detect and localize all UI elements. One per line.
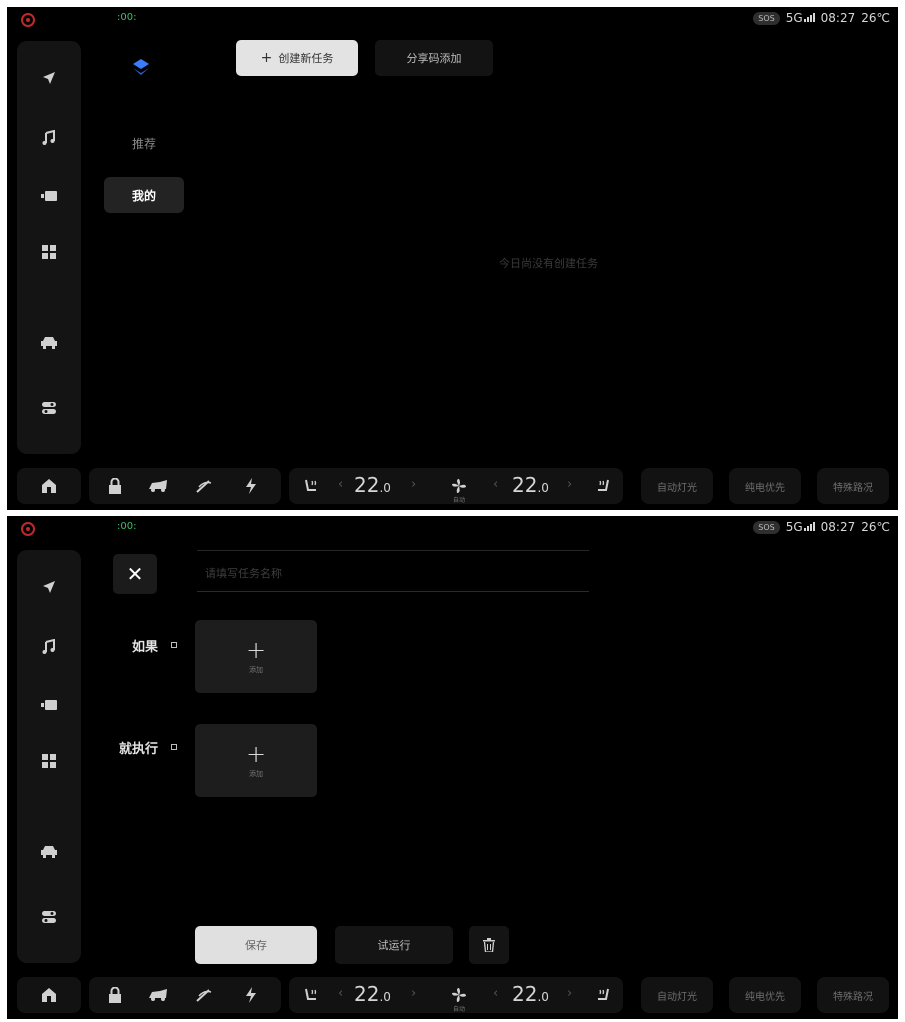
- status-temperature: 26℃: [861, 520, 890, 534]
- status-temperature: 26℃: [861, 11, 890, 25]
- charge-icon[interactable]: [239, 474, 263, 498]
- car-icon[interactable]: [17, 836, 81, 866]
- toggle-icon[interactable]: [17, 902, 81, 932]
- empty-state-message: 今日尚没有创建任务: [499, 257, 598, 270]
- passenger-temperature: 22.0: [512, 982, 549, 1006]
- driver-seat-heat-icon[interactable]: [299, 474, 323, 498]
- left-rail: [17, 41, 81, 454]
- car-icon[interactable]: [17, 327, 81, 357]
- lock-icon[interactable]: [103, 474, 127, 498]
- driver-temp-up-icon[interactable]: ›: [411, 477, 416, 492]
- action-label: 就执行: [118, 742, 158, 757]
- scene-logo-icon: [133, 59, 149, 75]
- auto-light-button[interactable]: 自动灯光: [641, 977, 713, 1013]
- create-task-label: 创建新任务: [278, 52, 334, 65]
- plus-icon: +: [260, 50, 273, 66]
- navigation-icon[interactable]: [17, 572, 81, 602]
- network-label: 5G: [786, 11, 815, 25]
- passenger-temp-up-icon[interactable]: ›: [567, 986, 572, 1001]
- action-marker-icon: [171, 744, 177, 750]
- wiper-icon[interactable]: [192, 983, 216, 1007]
- add-condition-button[interactable]: + 添加: [195, 620, 317, 693]
- apps-icon[interactable]: [17, 237, 81, 267]
- trash-icon: [483, 938, 495, 952]
- screen-task-list: :00: SOS 5G 08:27 26℃ 推荐 我的 + 创建新任务 分享码添…: [7, 7, 898, 510]
- wiper-icon[interactable]: [192, 474, 216, 498]
- trunk-icon[interactable]: [146, 983, 170, 1007]
- network-label: 5G: [786, 520, 815, 534]
- trunk-icon[interactable]: [146, 474, 170, 498]
- brand-logo-icon: [21, 522, 35, 536]
- energy-priority-button[interactable]: 纯电优先: [729, 468, 801, 504]
- driver-temperature: 22.0: [354, 473, 391, 497]
- driver-temp-down-icon[interactable]: ‹: [338, 477, 343, 492]
- lock-icon[interactable]: [103, 983, 127, 1007]
- driver-temp-up-icon[interactable]: ›: [411, 986, 416, 1001]
- status-bar-right: SOS 5G 08:27 26℃: [753, 11, 890, 25]
- add-condition-caption: 添加: [249, 665, 263, 674]
- toggle-icon[interactable]: [17, 393, 81, 423]
- left-rail: [17, 550, 81, 963]
- add-action-button[interactable]: + 添加: [195, 724, 317, 797]
- bottom-dock: ‹ 22.0 › 自动 ‹ 22.0 › 自动灯光 纯电优先 特殊路况: [7, 464, 898, 510]
- bottom-dock: ‹ 22.0 › 自动 ‹ 22.0 › 自动灯光 纯电优先 特殊路况: [7, 973, 898, 1019]
- video-icon[interactable]: [17, 690, 81, 720]
- video-icon[interactable]: [17, 181, 81, 211]
- share-code-add-button[interactable]: 分享码添加: [375, 40, 493, 76]
- category-recommended[interactable]: 推荐: [104, 125, 184, 161]
- create-task-button[interactable]: + 创建新任务: [236, 40, 358, 76]
- status-indicator: :00:: [117, 521, 137, 532]
- sos-badge[interactable]: SOS: [753, 520, 780, 534]
- plus-icon: +: [245, 739, 267, 768]
- close-button[interactable]: ✕: [113, 554, 157, 594]
- signal-icon: [803, 12, 815, 22]
- status-time: 08:27: [820, 520, 856, 534]
- music-icon[interactable]: [17, 632, 81, 662]
- auto-light-button[interactable]: 自动灯光: [641, 468, 713, 504]
- home-icon[interactable]: [37, 474, 61, 498]
- add-action-caption: 添加: [249, 769, 263, 778]
- condition-label: 如果: [131, 640, 158, 655]
- passenger-temp-down-icon[interactable]: ‹: [493, 477, 498, 492]
- brand-logo-icon: [21, 13, 35, 27]
- passenger-temp-up-icon[interactable]: ›: [567, 477, 572, 492]
- apps-icon[interactable]: [17, 746, 81, 776]
- passenger-seat-heat-icon[interactable]: [591, 983, 615, 1007]
- passenger-temp-down-icon[interactable]: ‹: [493, 986, 498, 1001]
- charge-icon[interactable]: [239, 983, 263, 1007]
- delete-button[interactable]: [469, 926, 509, 964]
- plus-icon: +: [245, 635, 267, 664]
- driver-temp-down-icon[interactable]: ‹: [338, 986, 343, 1001]
- signal-icon: [803, 521, 815, 531]
- road-condition-button[interactable]: 特殊路况: [817, 977, 889, 1013]
- trial-run-button[interactable]: 试运行: [335, 926, 453, 964]
- fan-mode-label: 自动: [453, 497, 466, 504]
- passenger-seat-heat-icon[interactable]: [591, 474, 615, 498]
- home-icon[interactable]: [37, 983, 61, 1007]
- status-time: 08:27: [820, 11, 856, 25]
- fan-mode-label: 自动: [453, 1006, 466, 1013]
- passenger-temperature: 22.0: [512, 473, 549, 497]
- screen-task-editor: :00: SOS 5G 08:27 26℃ ✕ 如果 + 添加: [7, 516, 898, 1019]
- divider: [197, 550, 589, 551]
- task-name-input[interactable]: [197, 556, 589, 592]
- status-indicator: :00:: [117, 12, 137, 23]
- music-icon[interactable]: [17, 123, 81, 153]
- close-icon: ✕: [126, 562, 144, 586]
- category-mine[interactable]: 我的: [104, 177, 184, 213]
- status-bar-right: SOS 5G 08:27 26℃: [753, 520, 890, 534]
- navigation-icon[interactable]: [17, 63, 81, 93]
- condition-marker-icon: [171, 642, 177, 648]
- driver-temperature: 22.0: [354, 982, 391, 1006]
- energy-priority-button[interactable]: 纯电优先: [729, 977, 801, 1013]
- sos-badge[interactable]: SOS: [753, 11, 780, 25]
- road-condition-button[interactable]: 特殊路况: [817, 468, 889, 504]
- driver-seat-heat-icon[interactable]: [299, 983, 323, 1007]
- save-button[interactable]: 保存: [195, 926, 317, 964]
